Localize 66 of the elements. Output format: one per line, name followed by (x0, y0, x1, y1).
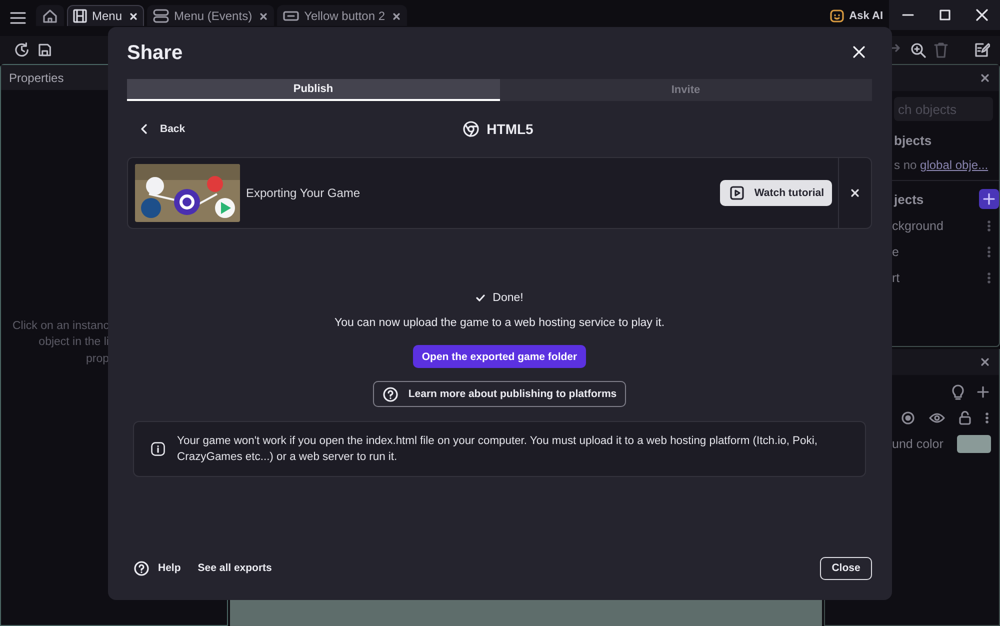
panel-title: Properties (9, 70, 64, 84)
close-icon[interactable] (980, 73, 990, 83)
more-icon[interactable] (987, 272, 991, 284)
lock-icon[interactable] (959, 411, 971, 425)
home-icon (42, 8, 58, 24)
lightbulb-icon[interactable] (951, 384, 965, 400)
help-icon (383, 386, 398, 402)
back-button[interactable]: Back (137, 119, 190, 139)
empty-message: object in the li (38, 335, 109, 350)
section-heading: jects (894, 192, 924, 206)
object-item[interactable]: rt (892, 271, 900, 285)
close-icon[interactable] (259, 12, 268, 20)
close-icon[interactable] (392, 12, 402, 20)
learn-more-button[interactable]: Learn more about publishing to platforms (373, 381, 626, 407)
watch-tutorial-button[interactable]: Watch tutorial (720, 180, 832, 206)
list-icon (153, 9, 170, 23)
chevron-left-icon (141, 124, 147, 134)
section-heading: bjects (894, 133, 933, 148)
open-folder-button[interactable]: Open the exported game folder (412, 345, 586, 368)
trash-icon[interactable] (934, 42, 948, 58)
help-icon (134, 560, 149, 576)
status-text: Done! (492, 292, 524, 304)
play-icon (730, 186, 744, 200)
tutorial-title: Exporting Your Game (246, 186, 362, 200)
close-icon[interactable] (980, 357, 990, 367)
editor-tab[interactable]: Menu (Events) (147, 5, 274, 26)
robot-icon (830, 9, 844, 23)
notice-text: Your game won't work if you open the index.html file on your computer. You must upload it to a web hosting platform (Itch.io, Poki, CrazyGames etc...) or a web server to run it. (177, 434, 818, 465)
history-icon[interactable] (14, 42, 30, 58)
editor-tab[interactable]: Menu (67, 5, 144, 26)
link[interactable]: global obje... (920, 158, 988, 172)
status-message: You can now upload the game to a web hosting service to play it. (334, 317, 665, 329)
empty-message: s no global obje... (894, 158, 990, 172)
plus-icon (983, 193, 995, 205)
property-label: und color (892, 437, 944, 451)
see-all-exports-link[interactable]: See all exports (198, 562, 272, 574)
maximize-icon[interactable] (938, 9, 950, 21)
add-button[interactable] (979, 189, 999, 209)
home-tab[interactable] (36, 5, 64, 26)
check-icon (476, 294, 485, 302)
help-link[interactable]: Help (134, 560, 181, 576)
platform-title: HTML5 (486, 121, 534, 137)
empty-message: prop (84, 352, 109, 367)
chrome-icon (462, 121, 479, 137)
menu-icon[interactable] (10, 12, 26, 24)
plus-icon[interactable] (977, 386, 989, 398)
object-item[interactable]: ckground (892, 219, 944, 233)
info-icon (151, 440, 166, 458)
search-icon[interactable] (910, 42, 926, 58)
radio-icon[interactable] (901, 411, 915, 425)
save-icon[interactable] (38, 43, 52, 57)
empty-message: Click on an instanc (11, 318, 109, 334)
more-icon[interactable] (987, 246, 991, 258)
more-icon[interactable] (987, 220, 991, 232)
dialog-title: Share (127, 42, 183, 64)
film-icon (73, 9, 87, 23)
close-button[interactable]: Close (820, 556, 872, 580)
color-swatch[interactable] (957, 435, 991, 453)
object-item[interactable]: e (892, 245, 899, 259)
dialog-tab[interactable]: Publish (127, 79, 500, 101)
editor-tab[interactable]: Yellow button 2 (277, 5, 408, 26)
eye-icon[interactable] (929, 412, 945, 424)
button-icon (283, 10, 300, 22)
edit-icon[interactable] (974, 42, 990, 58)
more-icon[interactable] (985, 412, 989, 424)
ask-ai-button[interactable]: Ask AI (830, 8, 883, 24)
